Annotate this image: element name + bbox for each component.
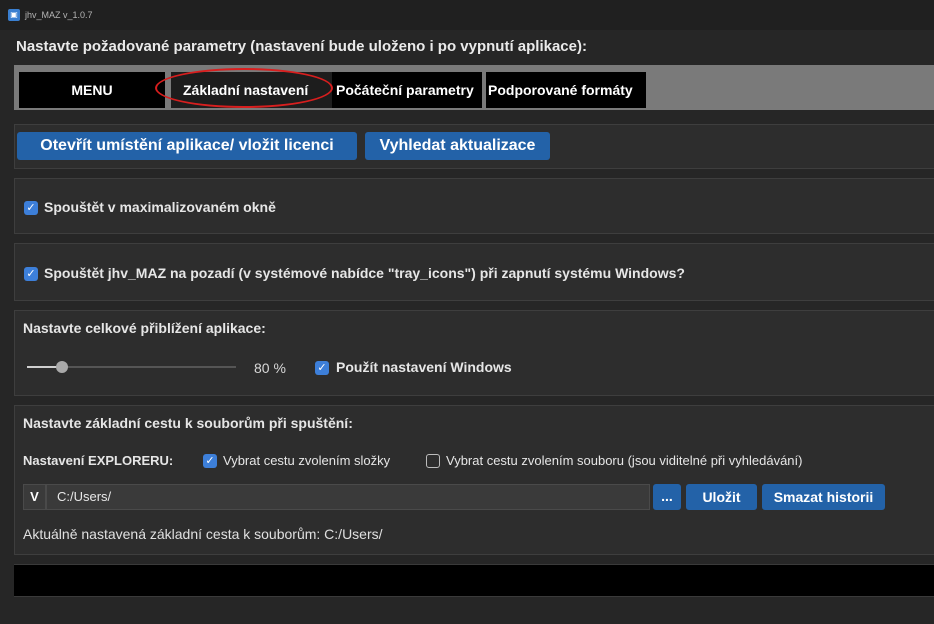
window-title: jhv_MAZ v_1.0.7 — [25, 10, 93, 20]
tab-supported-formats[interactable]: Podporované formáty — [486, 72, 646, 108]
tab-menu[interactable]: MENU — [19, 72, 165, 108]
settings-prompt: Nastavte požadované parametry (nastavení… — [16, 38, 587, 55]
zoom-value: 80 % — [254, 360, 286, 376]
check-updates-button[interactable]: Vyhledat aktualizace — [365, 132, 550, 160]
current-path-text: Aktuálně nastavená základní cesta k soub… — [23, 526, 383, 542]
pick-file-label: Vybrat cestu zvolením souboru (jsou vidi… — [446, 453, 803, 468]
explorer-label: Nastavení EXPLORERU: — [23, 453, 174, 468]
path-input[interactable]: C:/Users/ — [46, 484, 650, 510]
title-bar: ▣ jhv_MAZ v_1.0.7 — [0, 0, 934, 30]
zoom-slider-track — [61, 366, 236, 368]
pick-folder-label: Vybrat cestu zvolením složky — [223, 453, 391, 468]
maximized-checkbox[interactable]: ✓ — [24, 201, 38, 215]
clear-history-button[interactable]: Smazat historii — [762, 484, 885, 510]
startup-checkbox[interactable]: ✓ — [24, 267, 38, 281]
save-button[interactable]: Uložit — [686, 484, 757, 510]
tab-initial-parameters[interactable]: Počáteční parametry — [332, 72, 482, 108]
use-windows-label: Použít nastavení Windows — [336, 359, 512, 375]
status-bar — [14, 564, 934, 597]
tab-bar: MENU Základní nastavení Počáteční parame… — [14, 65, 934, 110]
startup-label: Spouštět jhv_MAZ na pozadí (v systémové … — [44, 265, 685, 281]
pick-folder-checkbox[interactable]: ✓ — [203, 454, 217, 468]
use-windows-checkbox[interactable]: ✓ — [315, 361, 329, 375]
history-dropdown-button[interactable]: V — [23, 484, 46, 510]
maximized-label: Spouštět v maximalizovaném okně — [44, 199, 276, 215]
app-icon: ▣ — [8, 9, 20, 21]
open-location-button[interactable]: Otevřít umístění aplikace/ vložit licenc… — [17, 132, 357, 160]
browse-button[interactable]: ... — [653, 484, 681, 510]
pick-file-checkbox[interactable] — [426, 454, 440, 468]
path-heading: Nastavte základní cestu k souborům při s… — [23, 415, 353, 431]
zoom-slider-thumb[interactable] — [56, 361, 68, 373]
highlight-ellipse — [155, 68, 333, 108]
zoom-heading: Nastavte celkové přiblížení aplikace: — [23, 320, 266, 336]
